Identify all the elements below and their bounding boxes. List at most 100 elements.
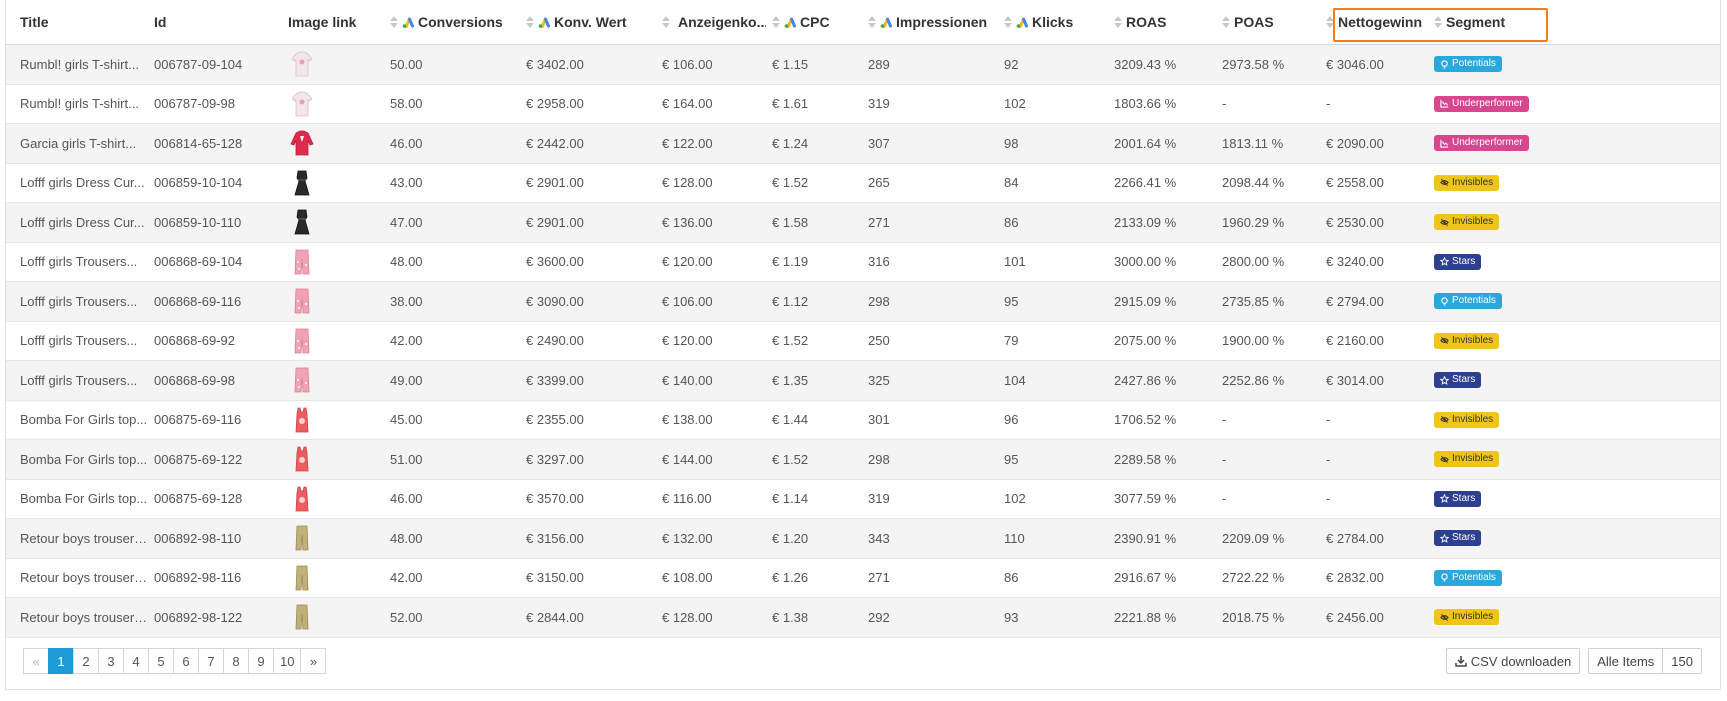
column-header-cpc[interactable]: CPC [766,0,862,45]
cpc-value: € 1.52 [766,163,862,203]
sort-icon[interactable] [868,16,876,28]
column-header-poas[interactable]: POAS [1216,0,1320,45]
table-row[interactable]: Lofff girls Dress Cur... 006859-10-104 43.… [6,163,1720,203]
poas-value: - [1216,439,1320,480]
column-header-roas[interactable]: ROAS [1108,0,1216,45]
sort-icon[interactable] [662,16,670,28]
cpc-value: € 1.35 [766,360,862,401]
cpc-value: € 1.44 [766,400,862,440]
poas-value: 2252.86 % [1216,360,1320,401]
items-per-page-selector[interactable]: Alle Items 150 [1588,648,1702,674]
pagination-next[interactable]: » [300,648,327,674]
product-id: 006868-69-104 [148,242,282,282]
product-image[interactable] [290,365,314,395]
column-header-impressionen[interactable]: Impressionen [862,0,998,45]
product-image[interactable] [290,168,314,198]
product-image[interactable] [290,602,314,632]
product-id: 006875-69-122 [148,439,282,480]
column-header-label: CPC [800,14,830,30]
roas-value: 2001.64 % [1108,123,1216,164]
roas-value: 2916.67 % [1108,558,1216,598]
pagination-page-5[interactable]: 5 [148,648,174,674]
bulb-icon [1441,297,1448,306]
table-row[interactable]: Rumbl! girls T-shirt... 006787-09-104 50.0… [6,44,1720,85]
roas-value: 3209.43 % [1108,44,1216,85]
pagination-page-8[interactable]: 8 [223,648,249,674]
product-image[interactable] [290,563,314,593]
product-image[interactable] [290,444,314,474]
chart-down-icon [1440,139,1449,148]
sort-icon[interactable] [1326,16,1334,28]
table-row[interactable]: Lofff girls Trousers... 006868-69-98 49.00… [6,360,1720,401]
cpc-value: € 1.19 [766,242,862,282]
star-icon [1440,257,1449,267]
pagination-page-7[interactable]: 7 [198,648,224,674]
segment-cell: Invisibles [1428,439,1720,480]
konv-wert-value: € 3090.00 [520,281,656,322]
anzeigenkosten-value: € 136.00 [656,202,766,243]
impressionen-value: 250 [862,321,998,361]
table-row[interactable]: Bomba For Girls top... 006875-69-116 45.00… [6,400,1720,440]
column-header-conversions[interactable]: Conversions [384,0,520,45]
product-image[interactable] [290,128,314,158]
table-row[interactable]: Lofff girls Trousers... 006868-69-92 42.00… [6,321,1720,361]
pagination-page-10[interactable]: 10 [273,648,302,674]
pagination-page-2[interactable]: 2 [73,648,99,674]
table-row[interactable]: Bomba For Girls top... 006875-69-122 51.00… [6,439,1720,480]
poas-value: 2098.44 % [1216,163,1320,203]
column-header-nettogewinn[interactable]: Nettogewinn [1320,0,1428,45]
pagination-page-9[interactable]: 9 [248,648,274,674]
column-header-anzeigenko[interactable]: Anzeigenko... [656,0,766,45]
product-image[interactable] [290,326,314,356]
cpc-value: € 1.61 [766,84,862,124]
cpc-value: € 1.58 [766,202,862,243]
segment-badge: Underperformer [1434,95,1529,112]
table-row[interactable]: Lofff girls Trousers... 006868-69-116 38.0… [6,281,1720,322]
product-image[interactable] [290,405,314,435]
table-row[interactable]: Bomba For Girls top... 006875-69-128 46.00… [6,479,1720,519]
column-header-label: Impressionen [896,14,988,30]
product-image[interactable] [290,49,314,79]
conversions-value: 47.00 [384,202,520,243]
conversions-value: 43.00 [384,163,520,203]
pagination-page-1[interactable]: 1 [48,648,74,674]
product-image[interactable] [290,523,314,553]
sort-icon[interactable] [1114,16,1122,28]
table-row[interactable]: Retour boys trousers... 006892-98-116 42.0… [6,558,1720,598]
poas-value: - [1216,84,1320,124]
sort-icon[interactable] [1222,16,1230,28]
sort-icon[interactable] [1004,16,1012,28]
product-image[interactable] [290,286,314,316]
table-row[interactable]: Lofff girls Dress Cur... 006859-10-110 47.… [6,202,1720,243]
pagination-page-3[interactable]: 3 [98,648,124,674]
klicks-value: 95 [998,439,1108,480]
table-row[interactable]: Garcia girls T-shirt... 006814-65-128 46.0… [6,123,1720,164]
csv-download-button[interactable]: CSV downloaden [1445,648,1581,674]
segment-cell: Stars [1428,242,1720,282]
product-image-cell [282,44,384,85]
pagination-page-4[interactable]: 4 [123,648,149,674]
table-row[interactable]: Retour boys trousers... 006892-98-122 52.0… [6,597,1720,638]
product-image[interactable] [290,484,314,514]
table-row[interactable]: Lofff girls Trousers... 006868-69-104 48.0… [6,242,1720,282]
table-row[interactable]: Retour boys trousers... 006892-98-110 48.0… [6,518,1720,559]
impressionen-value: 307 [862,123,998,164]
column-header-klicks[interactable]: Klicks [998,0,1108,45]
cpc-value: € 1.26 [766,558,862,598]
sort-icon[interactable] [1434,16,1442,28]
product-image[interactable] [290,207,314,237]
pagination-page-6[interactable]: 6 [173,648,199,674]
sort-icon[interactable] [390,16,398,28]
segment-badge: Underperformer [1434,135,1529,152]
product-image[interactable] [290,89,314,119]
column-header-konv-wert[interactable]: Konv. Wert [520,0,656,45]
klicks-value: 79 [998,321,1108,361]
table-row[interactable]: Rumbl! girls T-shirt... 006787-09-98 58.00… [6,84,1720,124]
google-ads-icon [1016,17,1028,28]
sort-icon[interactable] [772,16,780,28]
sort-icon[interactable] [526,16,534,28]
segment-label: Stars [1452,532,1476,544]
pagination-prev[interactable]: « [23,648,49,674]
column-header-segment[interactable]: Segment [1428,0,1720,45]
product-image[interactable] [290,247,314,277]
